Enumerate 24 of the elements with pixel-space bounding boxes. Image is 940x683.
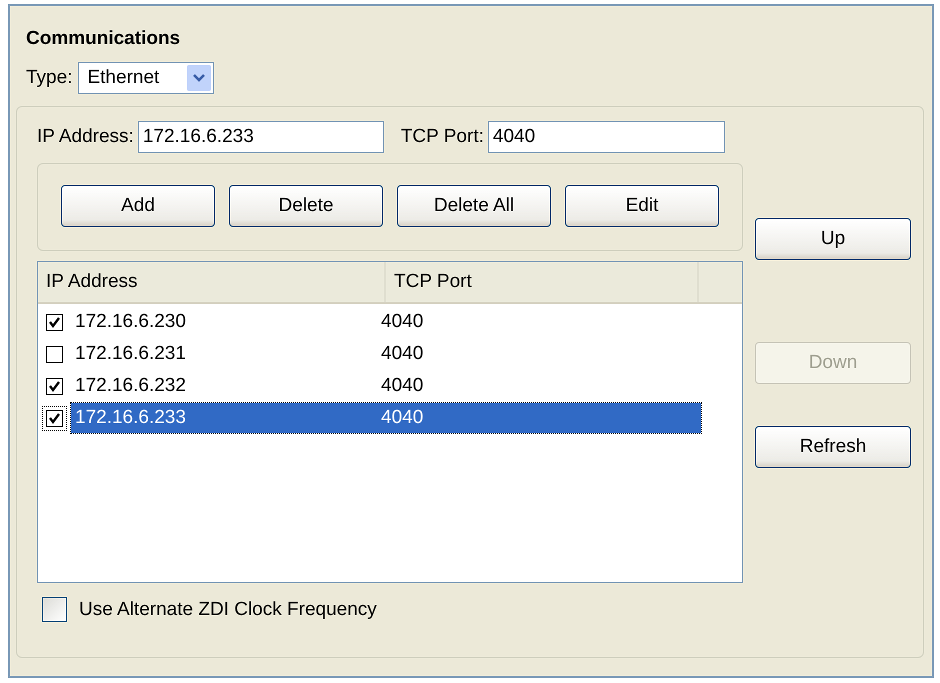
tcp-port-field[interactable]: 4040 [488,121,725,153]
checkbox[interactable] [46,314,63,330]
section-title: Communications [25,27,182,51]
alternate-clock-label: Use Alternate ZDI Clock Frequency [79,598,377,620]
checkbox[interactable] [42,597,67,622]
checkbox[interactable] [46,346,63,362]
tcp-port-label: TCP Port: [400,126,484,148]
list-row[interactable]: 172.16.6.232 4040 [71,371,701,401]
action-button[interactable]: Add [61,185,215,227]
type-label: Type: [26,67,72,89]
action-button[interactable]: Edit [565,185,719,227]
column-header[interactable]: TCP Port [386,262,699,302]
list-row[interactable]: 172.16.6.230 4040 [71,307,701,337]
type-dropdown[interactable]: Ethernet [78,62,214,94]
side-button[interactable]: Refresh [755,426,911,468]
checkbox[interactable] [46,378,63,394]
ip-address-label: IP Address: [37,126,134,148]
action-button[interactable]: Delete [229,185,383,227]
column-header[interactable]: IP Address [38,262,386,302]
side-button[interactable]: Up [755,218,911,260]
list-row[interactable]: 172.16.6.233 4040 [71,403,701,433]
ip-address-field[interactable]: 172.16.6.233 [138,121,384,153]
list-row[interactable]: 172.16.6.231 4040 [71,339,701,369]
action-button[interactable]: Delete All [397,185,551,227]
